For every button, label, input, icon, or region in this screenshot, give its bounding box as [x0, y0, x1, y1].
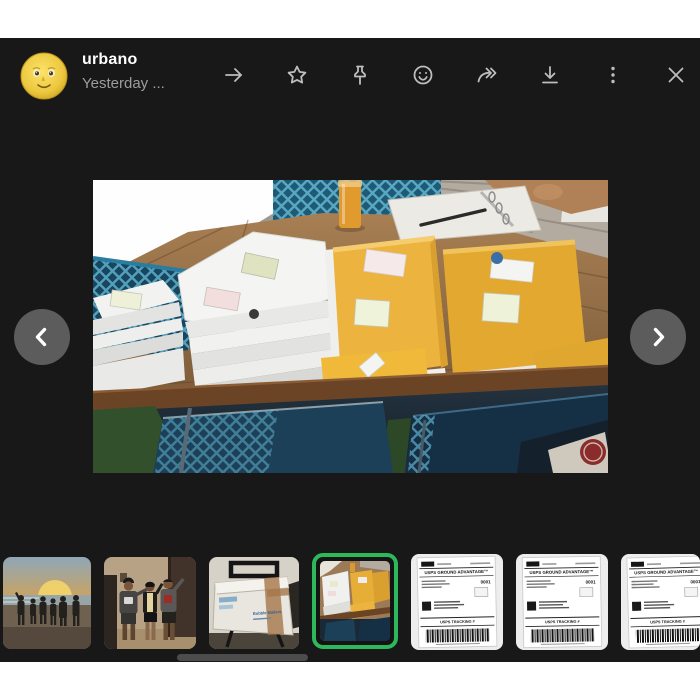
chat-avatar[interactable] — [20, 52, 68, 100]
pushpin-icon[interactable] — [348, 63, 372, 87]
thumbnail-current-selected[interactable] — [312, 553, 398, 649]
thumbnail-usps-label-2[interactable]: USPS GROUND ADVANTAGE™ 0001 USPS TRACKIN… — [516, 554, 608, 650]
chevron-left-icon — [31, 326, 53, 348]
thumbnail-group-indoors[interactable] — [104, 557, 196, 649]
full-moon-face-icon — [20, 52, 68, 100]
chat-name: urbano — [82, 51, 137, 69]
header-actions — [222, 63, 688, 87]
barcode — [636, 628, 700, 643]
viewer-header: urbano Yesterday ... — [0, 38, 700, 116]
kebab-menu-icon[interactable] — [601, 63, 625, 87]
photo-timestamp: Yesterday ... — [82, 75, 165, 92]
photo-illustration — [93, 180, 608, 473]
thumbnail-usps-label-3[interactable]: USPS GROUND ADVANTAGE™ 0001 USPS TRACKIN… — [621, 554, 700, 650]
chevron-right-icon — [647, 326, 669, 348]
download-icon[interactable] — [538, 63, 562, 87]
white-mailer-stack-left — [93, 280, 185, 398]
share-forward-icon[interactable] — [475, 63, 499, 87]
previous-photo-button[interactable] — [14, 309, 70, 365]
svg-text:USPS TRACKING #: USPS TRACKING # — [440, 620, 476, 625]
media-viewer: urbano Yesterday ... — [0, 38, 700, 662]
page: urbano Yesterday ... — [0, 0, 700, 700]
close-icon[interactable] — [664, 63, 688, 87]
svg-text:0001: 0001 — [586, 579, 597, 584]
orange-juice-glass — [335, 180, 365, 232]
current-photo[interactable] — [93, 180, 608, 473]
arrow-right-icon[interactable] — [222, 63, 246, 87]
star-icon[interactable] — [285, 63, 309, 87]
thumbnail-mailers-box[interactable]: Bubble Mailers — [209, 557, 299, 649]
thumbnail-usps-label-1[interactable]: USPS GROUND ADVANTAGE™ 0001 USPS TRACKIN… — [411, 554, 503, 650]
next-photo-button[interactable] — [630, 309, 686, 365]
barcode — [426, 628, 490, 642]
svg-text:0001: 0001 — [690, 579, 700, 584]
smiley-icon[interactable] — [411, 63, 435, 87]
horizontal-scrollbar-thumb[interactable] — [177, 654, 308, 661]
barcode — [530, 628, 594, 642]
white-box: Bubble Mailers — [213, 577, 293, 635]
thumbnail-beach-sunset[interactable] — [3, 557, 91, 649]
svg-text:USPS TRACKING #: USPS TRACKING # — [545, 620, 581, 625]
svg-text:0001: 0001 — [481, 579, 492, 584]
thumbnail-strip: Bubble Mailers — [0, 551, 700, 653]
